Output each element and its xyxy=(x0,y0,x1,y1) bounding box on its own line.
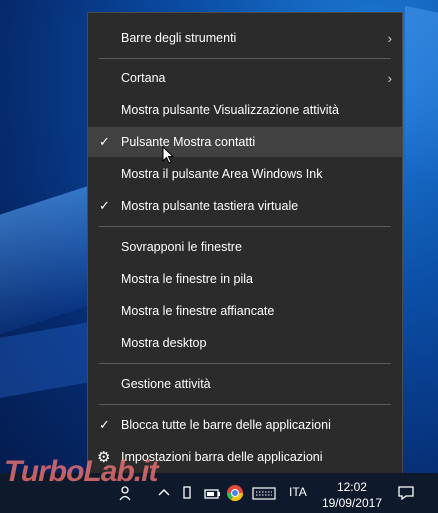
taskbar-context-menu: Barre degli strumenti › Cortana › Mostra… xyxy=(87,12,403,482)
watermark-logo: TurboLab.it xyxy=(4,455,158,488)
menu-separator xyxy=(99,404,391,405)
menu-item-stacked[interactable]: Mostra le finestre in pila xyxy=(88,264,402,294)
chrome-icon[interactable] xyxy=(226,484,244,502)
clock-date: 19/09/2017 xyxy=(321,496,382,510)
wallpaper-light xyxy=(405,5,438,185)
action-center-icon[interactable] xyxy=(397,484,415,502)
menu-separator xyxy=(99,363,391,364)
usb-icon[interactable] xyxy=(178,484,196,502)
menu-item-label: Gestione attività xyxy=(121,377,211,391)
menu-item-task-manager[interactable]: Gestione attività xyxy=(88,369,402,399)
chevron-up-icon[interactable] xyxy=(155,484,173,502)
check-icon: ✓ xyxy=(99,417,110,432)
clock[interactable]: 12:02 19/09/2017 xyxy=(322,479,382,511)
mouse-cursor-icon xyxy=(162,146,174,164)
menu-item-label: Mostra le finestre in pila xyxy=(121,272,254,286)
menu-item-label: Cortana xyxy=(121,71,166,85)
battery-icon[interactable] xyxy=(203,484,221,502)
menu-item-show-desktop[interactable]: Mostra desktop xyxy=(88,328,402,358)
chevron-right-icon: › xyxy=(387,30,392,46)
menu-item-cortana[interactable]: Cortana › xyxy=(88,63,402,93)
check-icon: ✓ xyxy=(99,198,110,213)
menu-item-lock-taskbars[interactable]: ✓ Blocca tutte le barre delle applicazio… xyxy=(88,410,402,440)
menu-item-label: Mostra desktop xyxy=(121,336,207,350)
wallpaper-light xyxy=(0,322,90,398)
menu-item-label: Mostra pulsante Visualizzazione attività xyxy=(121,103,339,117)
menu-item-label: Mostra il pulsante Area Windows Ink xyxy=(121,167,323,181)
clock-time: 12:02 xyxy=(336,480,367,494)
menu-item-touch-keyboard[interactable]: ✓ Mostra pulsante tastiera virtuale xyxy=(88,191,402,221)
check-icon: ✓ xyxy=(99,134,110,149)
wallpaper-light xyxy=(0,185,90,335)
menu-item-label: Mostra le finestre affiancate xyxy=(121,304,275,318)
menu-item-label: Sovrapponi le finestre xyxy=(121,240,242,254)
menu-item-label: Pulsante Mostra contatti xyxy=(121,135,256,149)
keyboard-icon[interactable] xyxy=(252,484,276,502)
menu-item-label: Mostra pulsante tastiera virtuale xyxy=(121,199,299,213)
menu-item-windows-ink[interactable]: Mostra il pulsante Area Windows Ink xyxy=(88,159,402,189)
menu-item-side-by-side[interactable]: Mostra le finestre affiancate xyxy=(88,296,402,326)
chevron-right-icon: › xyxy=(387,70,392,86)
menu-item-task-view[interactable]: Mostra pulsante Visualizzazione attività xyxy=(88,95,402,125)
menu-item-label: Blocca tutte le barre delle applicazioni xyxy=(121,418,331,432)
menu-item-label: Barre degli strumenti xyxy=(121,31,237,45)
menu-item-contacts[interactable]: ✓ Pulsante Mostra contatti xyxy=(88,127,402,157)
menu-item-cascade[interactable]: Sovrapponi le finestre xyxy=(88,232,402,262)
menu-separator xyxy=(99,58,391,59)
menu-item-toolbars[interactable]: Barre degli strumenti › xyxy=(88,23,402,53)
language-indicator[interactable]: ITA xyxy=(289,485,307,499)
menu-separator xyxy=(99,226,391,227)
